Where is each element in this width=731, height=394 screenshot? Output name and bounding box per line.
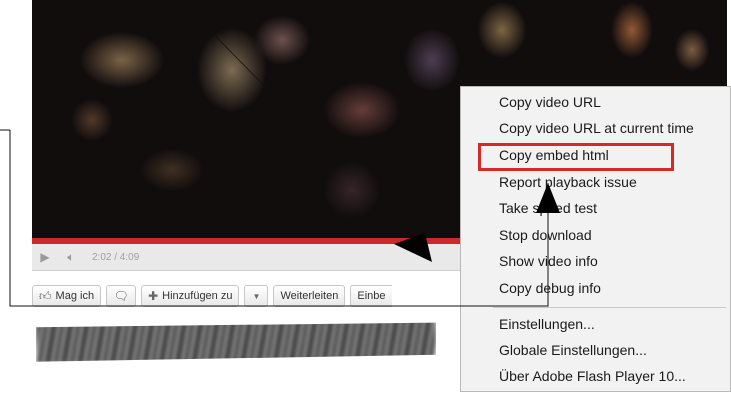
like-label: Mag ich — [55, 290, 95, 302]
menu-item-copy-video-url[interactable]: Copy video URL — [499, 94, 601, 110]
action-bar: 👍︎ Mag ich 🗨︎ ✚ Hinzufügen zu ▼ Weiterleit… — [32, 285, 392, 309]
menu-item-about-flash-player[interactable]: Über Adobe Flash Player 10... — [499, 368, 686, 384]
add-to-button[interactable]: ✚ Hinzufügen zu — [141, 285, 240, 307]
menu-item-settings[interactable]: Einstellungen... — [499, 316, 595, 332]
chevron-down-icon: ▼ — [252, 291, 261, 301]
share-button[interactable]: Weiterleiten — [273, 285, 346, 307]
add-to-label: Hinzufügen zu — [162, 290, 233, 302]
blurred-video-title — [36, 322, 436, 362]
menu-item-take-speed-test[interactable]: Take speed test — [499, 200, 597, 216]
like-button[interactable]: 👍︎ Mag ich — [32, 285, 102, 307]
menu-item-global-settings[interactable]: Globale Einstellungen... — [499, 342, 647, 358]
speech-bubble-icon: 🗨︎ — [113, 289, 129, 303]
dislike-button[interactable]: 🗨︎ — [106, 285, 137, 307]
highlight-box — [478, 143, 674, 171]
volume-icon[interactable]: 🔈︎ — [58, 246, 84, 268]
player-controls: ▶ 🔈︎ 2:02 / 4:09 — [32, 244, 462, 271]
plus-icon: ✚ — [148, 289, 159, 303]
play-icon[interactable]: ▶ — [32, 246, 58, 268]
menu-separator — [493, 307, 726, 308]
embed-label: Einbe — [357, 290, 386, 302]
time-display: 2:02 / 4:09 — [92, 251, 140, 263]
embed-button[interactable]: Einbe — [350, 285, 392, 307]
menu-item-stop-download[interactable]: Stop download — [499, 227, 592, 243]
context-menu: Copy video URL Copy video URL at current… — [460, 86, 731, 392]
menu-item-show-video-info[interactable]: Show video info — [499, 253, 598, 269]
menu-item-copy-video-url-at-time[interactable]: Copy video URL at current time — [499, 120, 694, 136]
menu-item-copy-debug-info[interactable]: Copy debug info — [499, 280, 601, 296]
share-label: Weiterleiten — [280, 290, 339, 302]
menu-item-report-playback-issue[interactable]: Report playback issue — [499, 174, 637, 190]
add-to-dropdown-button[interactable]: ▼ — [244, 285, 269, 307]
thumbs-up-icon: 👍︎ — [39, 288, 52, 303]
